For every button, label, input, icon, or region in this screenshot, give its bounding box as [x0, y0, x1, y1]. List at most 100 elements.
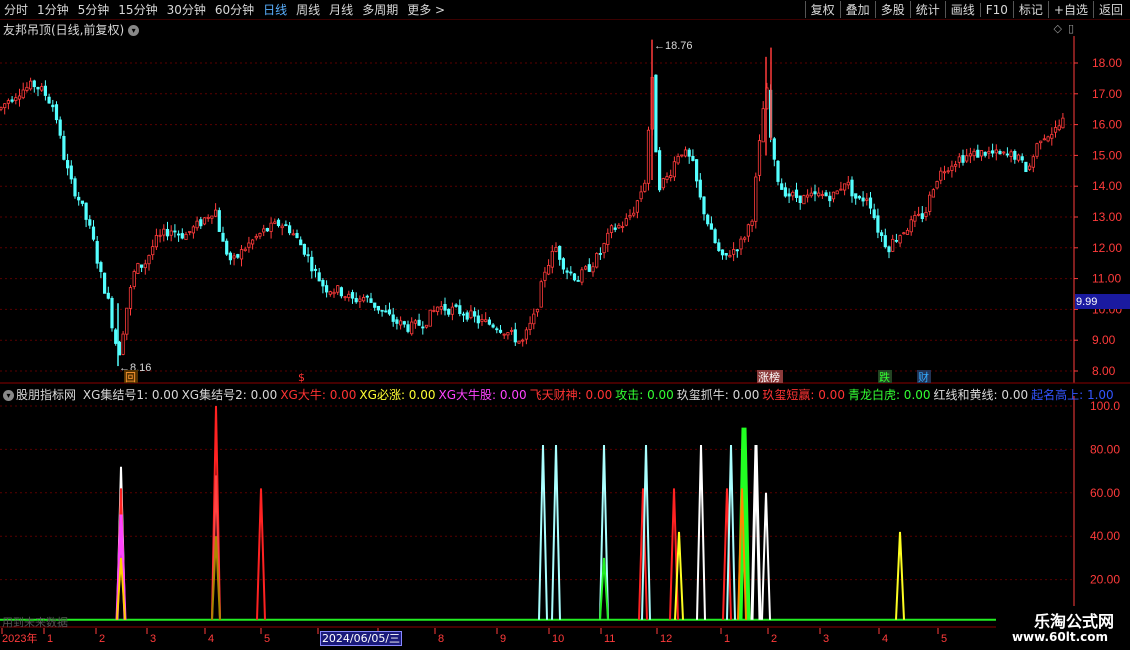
candle-body [454, 304, 458, 307]
candle-body [1020, 156, 1024, 161]
candle-body [210, 215, 214, 219]
candle-body [339, 287, 344, 297]
candle-body [110, 297, 114, 329]
candle-body [43, 85, 48, 96]
candle-body [669, 175, 673, 179]
candle-body [236, 254, 240, 258]
candle-body [472, 311, 477, 317]
candle-body [213, 209, 218, 217]
candle-body [99, 262, 103, 272]
candle-body [484, 319, 488, 322]
candle-body [987, 151, 991, 154]
candle-body [517, 340, 521, 344]
candle-body [624, 218, 628, 226]
candle-body [976, 149, 980, 158]
candle-body [165, 229, 170, 237]
candle-body [643, 182, 647, 192]
candle-body [228, 252, 232, 261]
candle-body [865, 198, 869, 201]
candle-body [846, 181, 850, 186]
candle-body [395, 319, 399, 324]
candle-body [188, 231, 192, 233]
candle-body [658, 150, 662, 191]
candle-body [25, 86, 29, 91]
candle-body [732, 249, 736, 255]
candle-body [321, 279, 325, 287]
candle-body [794, 189, 799, 198]
candle-body [646, 129, 651, 184]
candle-body [73, 178, 77, 197]
indicator-spike [256, 488, 266, 620]
candle-body [872, 209, 876, 219]
candle-body [954, 164, 958, 167]
time-tick-label: 1 [47, 633, 53, 645]
candle-body [402, 321, 406, 325]
candle-body [299, 239, 303, 246]
candle-body [809, 192, 813, 197]
candle-body [413, 320, 418, 324]
candle-body [424, 324, 429, 328]
candle-body [439, 306, 443, 310]
candle-body [225, 240, 229, 255]
candle-body [324, 285, 329, 293]
indicator-spike [538, 445, 548, 620]
candle-body [1035, 143, 1039, 157]
candle-body [1031, 156, 1035, 168]
candle-body [336, 285, 340, 293]
candle-body [84, 202, 88, 220]
candle-body [598, 253, 603, 255]
candle-body [106, 292, 110, 299]
candle-body [191, 226, 195, 234]
candle-body [572, 273, 577, 281]
candle-body [176, 233, 181, 236]
candle-body [776, 160, 780, 182]
candle-body [831, 191, 836, 200]
marker-label: $ [298, 371, 305, 384]
indicator-value: XG大牛股: 0.00 [438, 388, 527, 402]
candle-body [854, 193, 858, 199]
candle-body [487, 319, 492, 325]
candle-body [40, 86, 44, 91]
price-tick-label: 14.00 [1092, 179, 1122, 193]
candle-body [613, 227, 617, 230]
time-tick-label: 4 [882, 633, 888, 645]
indicator-value: 青龙白虎: 0.00 [847, 388, 931, 402]
kline-chart[interactable]: 18.0017.0016.0015.0014.0013.0012.0011.00… [0, 0, 1130, 650]
candle-body [217, 210, 221, 232]
candle-body [132, 271, 136, 287]
candle-body [398, 320, 403, 326]
candle-body [950, 165, 954, 171]
candle-body [169, 230, 173, 236]
candle-body [883, 235, 887, 248]
candle-body [868, 197, 873, 209]
candle-body [247, 242, 251, 248]
chevron-down-icon[interactable]: ▾ [3, 390, 14, 401]
current-price-label: 9.99 [1076, 296, 1097, 308]
candle-body [528, 322, 532, 330]
candle-body [28, 80, 33, 90]
candle-body [524, 329, 529, 340]
candle-body [1046, 136, 1050, 142]
candle-body [621, 226, 625, 228]
indicator-values: XG集结号1: 0.00 XG集结号2: 0.00 XG大牛: 0.00 XG必涨: … [83, 388, 1117, 402]
candle-body [513, 329, 517, 343]
candle-body [469, 310, 473, 319]
candle-body [62, 135, 66, 160]
candle-body [258, 233, 262, 237]
candle-body [946, 170, 950, 173]
candle-body [887, 246, 891, 253]
indicator-spike [696, 445, 706, 620]
candle-body [6, 100, 10, 104]
indicator-spike [761, 492, 771, 620]
candle-body [746, 224, 751, 237]
candle-body [180, 233, 184, 239]
candle-body [521, 339, 525, 342]
price-tick-label: 11.00 [1092, 272, 1121, 286]
indicator-value: XG必涨: 0.00 [359, 388, 436, 402]
candle-body [724, 252, 728, 256]
candle-body [95, 241, 99, 264]
candle-body [924, 211, 928, 217]
marker-label: 跌 [879, 370, 890, 384]
time-tick-label: 3 [823, 633, 829, 645]
candle-body [202, 217, 207, 225]
